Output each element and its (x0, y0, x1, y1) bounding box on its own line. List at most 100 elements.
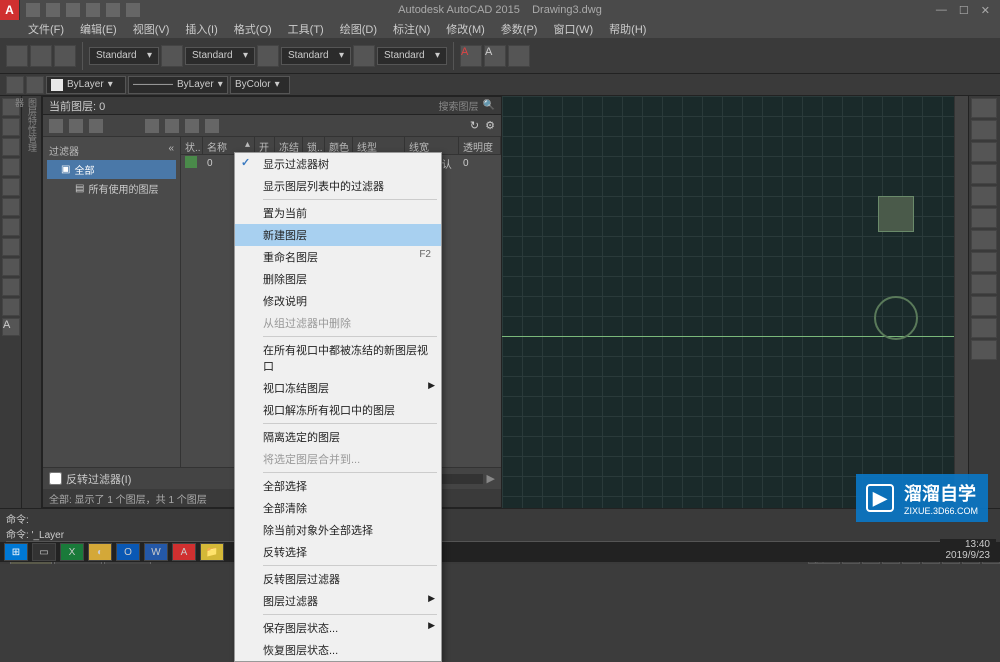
ctx-item-3[interactable]: 置为当前 (235, 202, 441, 224)
move-tool-icon[interactable] (971, 98, 997, 118)
fillet-tool-icon[interactable] (971, 296, 997, 316)
menu-file[interactable]: 文件(F) (20, 19, 72, 39)
qat-undo-icon[interactable] (106, 3, 120, 17)
ctx-item-0[interactable]: ✓显示过滤器树 (235, 153, 441, 175)
new-group-icon[interactable] (69, 119, 83, 133)
new-filter-icon[interactable] (49, 119, 63, 133)
v-scrollbar[interactable] (954, 96, 968, 508)
style-dropdown-2[interactable]: Standard▾ (185, 47, 255, 65)
autocad-icon[interactable]: A (172, 543, 196, 561)
hatch-tool-icon[interactable] (2, 218, 20, 236)
point-tool-icon[interactable] (2, 258, 20, 276)
layer-states-icon[interactable] (89, 119, 103, 133)
system-clock[interactable]: 13:40 2019/9/23 (940, 539, 997, 562)
text-style-icon[interactable]: A (484, 45, 506, 67)
style-dropdown-4[interactable]: Standard▾ (377, 47, 447, 65)
collapse-icon[interactable]: « (168, 143, 174, 158)
close-icon[interactable]: ✕ (981, 4, 990, 17)
excel-icon[interactable]: X (60, 543, 84, 561)
start-button[interactable]: ⊞ (4, 543, 28, 561)
ctx-item-14[interactable]: 隔离选定的图层 (235, 426, 441, 448)
menu-edit[interactable]: 编辑(E) (72, 19, 125, 39)
freeze-layer-icon[interactable] (165, 119, 179, 133)
ctx-item-20[interactable]: 反转选择 (235, 541, 441, 563)
drawing-canvas[interactable] (502, 96, 954, 508)
ribbon-btn[interactable] (257, 45, 279, 67)
mtext-tool-icon[interactable]: A (2, 318, 20, 336)
viewcube[interactable] (878, 196, 914, 232)
erase-tool-icon[interactable] (971, 340, 997, 360)
outlook-icon[interactable]: O (116, 543, 140, 561)
settings-icon[interactable]: ⚙ (485, 119, 495, 132)
filter-all[interactable]: ▣全部 (47, 160, 176, 179)
explode-tool-icon[interactable] (971, 318, 997, 338)
copy-tool-icon[interactable] (971, 120, 997, 140)
prop-btn[interactable] (26, 76, 44, 94)
ribbon-btn[interactable] (508, 45, 530, 67)
qat-save-icon[interactable] (66, 3, 80, 17)
polyline-tool-icon[interactable] (2, 118, 20, 136)
bylayer-line-dropdown[interactable]: ———— ByLayer ▾ (128, 76, 228, 94)
ribbon-btn[interactable] (54, 45, 76, 67)
circle-tool-icon[interactable] (2, 138, 20, 156)
ctx-item-22[interactable]: 反转图层过滤器 (235, 568, 441, 590)
delete-layer-icon[interactable] (185, 119, 199, 133)
menu-view[interactable]: 视图(V) (125, 19, 178, 39)
qat-redo-icon[interactable] (126, 3, 140, 17)
scroll-right-icon[interactable]: ▶ (487, 472, 495, 485)
word-icon[interactable]: W (144, 543, 168, 561)
ribbon-btn[interactable] (353, 45, 375, 67)
ctx-item-5[interactable]: 重命名图层F2 (235, 246, 441, 268)
ctx-item-25[interactable]: 保存图层状态...▶ (235, 617, 441, 639)
refresh-icon[interactable]: ↻ (470, 119, 479, 132)
new-layer-icon[interactable] (145, 119, 159, 133)
ribbon-btn[interactable] (30, 45, 52, 67)
nav-compass[interactable] (874, 296, 918, 340)
prop-btn[interactable] (6, 76, 24, 94)
col-trans[interactable]: 透明度 (459, 137, 501, 154)
ribbon-btn[interactable] (161, 45, 183, 67)
ellipse-tool-icon[interactable] (2, 198, 20, 216)
menu-param[interactable]: 参数(P) (493, 19, 546, 39)
maximize-icon[interactable]: ☐ (959, 4, 969, 17)
menu-dim[interactable]: 标注(N) (385, 19, 438, 39)
menu-draw[interactable]: 绘图(D) (332, 19, 385, 39)
table-tool-icon[interactable] (2, 298, 20, 316)
style-dropdown-1[interactable]: Standard▾ (89, 47, 159, 65)
rotate-tool-icon[interactable] (971, 208, 997, 228)
invert-filter-checkbox[interactable] (49, 472, 62, 485)
arc-tool-icon[interactable] (2, 158, 20, 176)
layer-search[interactable]: 搜索图层 🔍 (439, 98, 495, 113)
mirror-tool-icon[interactable] (971, 142, 997, 162)
explorer-icon[interactable]: 📁 (200, 543, 224, 561)
qat-saveas-icon[interactable] (86, 3, 100, 17)
ctx-item-1[interactable]: 显示图层列表中的过滤器 (235, 175, 441, 197)
ribbon-btn[interactable] (6, 45, 28, 67)
ctx-item-4[interactable]: 新建图层 (235, 224, 441, 246)
bylayer-color-dropdown[interactable]: ByLayer ▾ (46, 76, 126, 94)
col-status[interactable]: 状.. (181, 137, 203, 154)
ctx-item-7[interactable]: 修改说明 (235, 290, 441, 312)
taskview-icon[interactable]: ▭ (32, 543, 56, 561)
set-current-icon[interactable] (205, 119, 219, 133)
extend-tool-icon[interactable] (971, 274, 997, 294)
rectangle-tool-icon[interactable] (2, 178, 20, 196)
menu-insert[interactable]: 插入(I) (177, 19, 225, 39)
style-dropdown-3[interactable]: Standard▾ (281, 47, 351, 65)
ctx-item-19[interactable]: 除当前对象外全部选择 (235, 519, 441, 541)
ctx-item-11[interactable]: 视口冻结图层▶ (235, 377, 441, 399)
menu-format[interactable]: 格式(O) (226, 19, 280, 39)
bycolor-dropdown[interactable]: ByColor ▾ (230, 76, 290, 94)
ctx-item-26[interactable]: 恢复图层状态... (235, 639, 441, 661)
text-tool-icon[interactable] (2, 238, 20, 256)
menu-window[interactable]: 窗口(W) (545, 19, 601, 39)
app-logo[interactable]: A (0, 0, 20, 20)
ctx-item-6[interactable]: 删除图层 (235, 268, 441, 290)
filter-used[interactable]: ▤所有使用的图层 (47, 179, 176, 198)
ctx-item-17[interactable]: 全部选择 (235, 475, 441, 497)
menu-tools[interactable]: 工具(T) (280, 19, 332, 39)
menu-help[interactable]: 帮助(H) (601, 19, 654, 39)
scale-tool-icon[interactable] (971, 230, 997, 250)
qat-new-icon[interactable] (26, 3, 40, 17)
menu-modify[interactable]: 修改(M) (438, 19, 493, 39)
